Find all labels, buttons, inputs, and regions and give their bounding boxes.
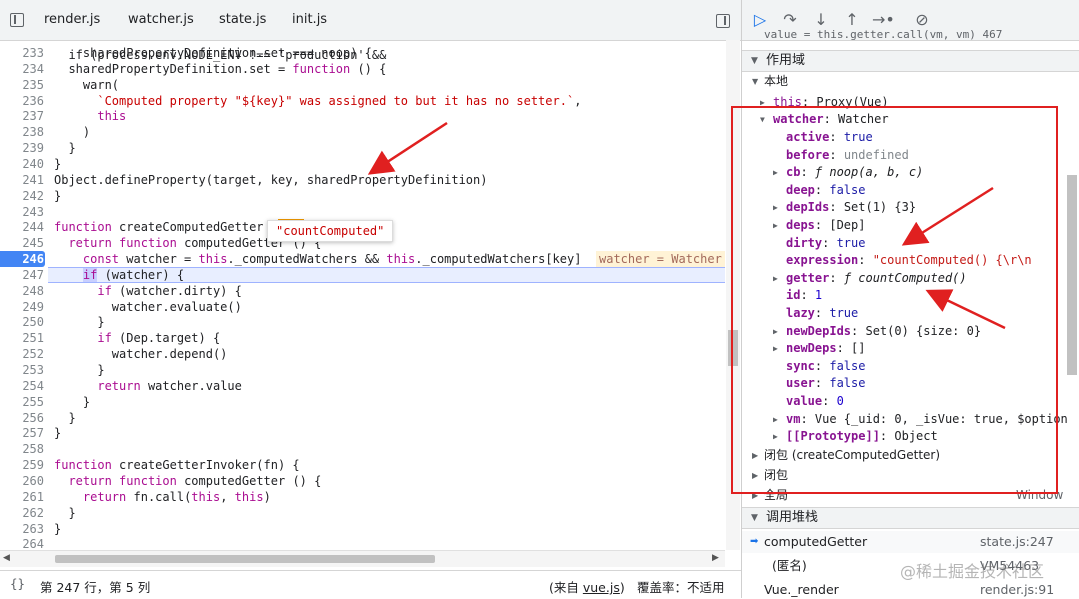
annotation-arrows [367,121,1006,330]
watermark: @稀土掘金技术社区 [900,562,1045,581]
annotation-arrow [367,121,448,175]
annotation-arrow [901,186,994,246]
annotation-arrow [925,289,1006,330]
